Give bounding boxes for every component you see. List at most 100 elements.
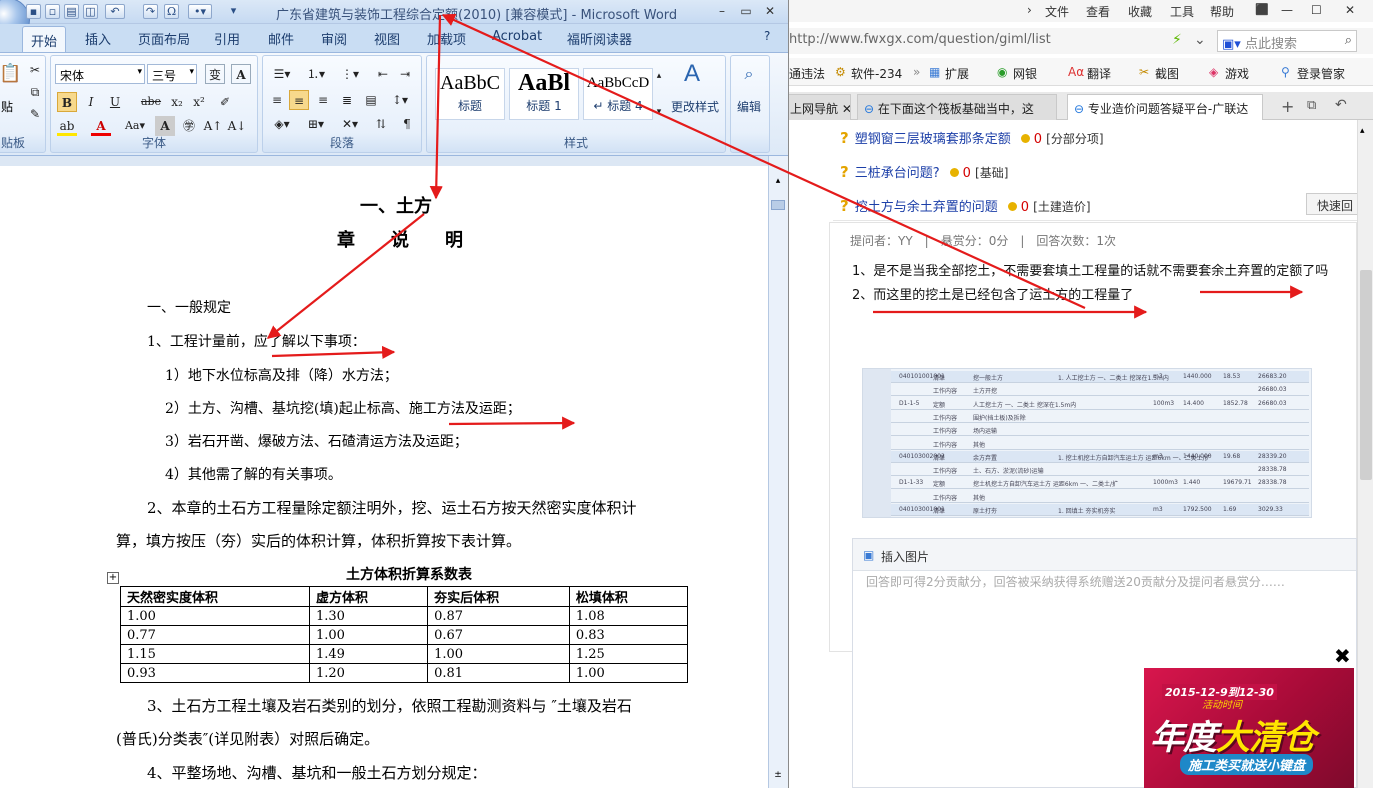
change-case-icon[interactable]: Aa▾ (121, 116, 149, 136)
styles-scroll-up-icon[interactable]: ▴ (653, 66, 665, 86)
align-right-icon[interactable]: ≡ (313, 90, 333, 110)
fav-item[interactable]: 游戏 (1225, 65, 1249, 82)
lightning-icon[interactable]: ⚡ (1172, 32, 1182, 48)
char-border-icon[interactable]: A (231, 64, 251, 84)
enclose-char-icon[interactable]: ㊫ (179, 116, 199, 136)
tab-acrobat[interactable]: Acrobat (492, 29, 542, 44)
menu-favorites[interactable]: 收藏 (1128, 3, 1152, 20)
attached-screenshot[interactable]: 040101001001 清单 挖一般土方 1. 人工挖土方 一、二类土 挖深在1.5… (862, 368, 1312, 518)
grow-font-icon[interactable]: A↑ (203, 116, 223, 136)
numbering-icon[interactable]: ⒈▾ (301, 64, 331, 84)
format-painter-icon[interactable]: ✎ (25, 104, 45, 124)
change-styles-icon[interactable]: A (677, 62, 707, 94)
style-title[interactable]: AaBbC 标题 (435, 68, 505, 120)
redo-icon[interactable]: ↷ (143, 4, 158, 19)
tab-raft[interactable]: ⊖ 在下面这个筏板基础当中，这 (857, 94, 1057, 120)
maximize-icon[interactable]: ☐ (1311, 3, 1322, 17)
font-name-combo[interactable]: 宋体 ▾ (55, 64, 145, 84)
italic-icon[interactable]: I (81, 92, 101, 112)
image-icon[interactable]: ▣ (863, 548, 874, 562)
fav-item[interactable]: 截图 (1155, 65, 1179, 82)
customize-qat-icon[interactable]: ▾ (226, 4, 241, 19)
tab-review[interactable]: 审阅 (321, 29, 347, 48)
shrink-font-icon[interactable]: A↓ (227, 116, 247, 136)
scroll-thumb[interactable] (1360, 270, 1372, 480)
decrease-indent-icon[interactable]: ⇤ (373, 64, 393, 84)
strikethrough-icon[interactable]: abe (139, 92, 163, 112)
tab-foxit[interactable]: 福昕阅读器 (567, 29, 632, 48)
tab-page-layout[interactable]: 页面布局 (138, 29, 190, 48)
minimize-icon[interactable]: – (712, 3, 732, 19)
search-icon[interactable]: ⌕ (1345, 33, 1352, 48)
tab-insert[interactable]: 插入 (85, 29, 111, 48)
search-input[interactable]: ▣▾ 点此搜索 ⌕ (1217, 30, 1357, 52)
underline-icon[interactable]: U (105, 92, 125, 112)
print-preview-icon[interactable]: ◫ (83, 4, 98, 19)
word-vertical-scrollbar[interactable]: ▴ ± (768, 156, 788, 788)
tab-mailings[interactable]: 邮件 (268, 29, 294, 48)
pin-icon[interactable]: ⬛ (1255, 3, 1269, 16)
undo-icon[interactable]: ↶ (105, 4, 125, 19)
insert-image-button[interactable]: 插入图片 (881, 548, 929, 565)
prev-page-icon[interactable]: ± (772, 770, 784, 782)
tab-addins[interactable]: 加载项 (427, 29, 466, 48)
tab-references[interactable]: 引用 (214, 29, 240, 48)
save-icon[interactable]: ▪ (26, 4, 41, 19)
table-move-handle-icon[interactable]: + (107, 572, 119, 584)
clear-format-icon[interactable]: ✐ (215, 92, 235, 112)
increase-indent-icon[interactable]: ⇥ (395, 64, 415, 84)
tab-home[interactable]: 开始 (22, 26, 67, 52)
shading-icon[interactable]: ◈▾ (267, 114, 297, 134)
menu-view[interactable]: 查看 (1086, 3, 1110, 20)
search-engine-icon[interactable]: ▣▾ (1222, 37, 1241, 52)
answer-textarea[interactable]: 回答即可得2分贡献分，回答被采纳获得系统赠送20贡献分及提问者悬赏分…… (866, 573, 1285, 590)
tab-nav[interactable]: 上网导航 ✕ (789, 94, 851, 120)
copy-icon[interactable]: ⧉ (25, 82, 45, 102)
close-icon[interactable]: ✕ (760, 3, 780, 19)
change-styles-label[interactable]: 更改样式 (671, 98, 719, 115)
distributed-icon[interactable]: ▤ (361, 90, 381, 110)
open-icon[interactable]: ▫ (45, 4, 60, 19)
line-spacing-icon[interactable]: ↕▾ (385, 90, 415, 110)
undo-close-icon[interactable]: ↶ (1335, 97, 1347, 113)
more-icon[interactable]: » (913, 65, 920, 79)
font-color-icon[interactable]: A (91, 116, 111, 136)
bold-icon[interactable]: B (57, 92, 77, 112)
scroll-thumb[interactable] (771, 200, 785, 210)
url-input[interactable]: http://www.fwxgx.com/question/giml/list (789, 30, 1164, 52)
show-marks-icon[interactable]: ¶ (397, 114, 417, 134)
close-icon[interactable]: ✕ (1345, 3, 1355, 17)
scroll-up-icon[interactable]: ▴ (1360, 126, 1365, 136)
borders-icon[interactable]: ⊞▾ (301, 114, 331, 134)
help-icon[interactable]: ? (764, 29, 770, 43)
question-link[interactable]: 塑钢窗三层玻璃套那条定额 (855, 132, 1011, 147)
close-tab-icon[interactable]: ✕ (842, 102, 850, 116)
tab-active[interactable]: ⊖ 专业造价问题答疑平台-广联达 (1067, 94, 1263, 120)
sort-icon[interactable]: ⇅ (371, 114, 391, 134)
new-tab-icon[interactable]: + (1281, 97, 1294, 116)
multilevel-list-icon[interactable]: ⋮▾ (335, 64, 365, 84)
cut-icon[interactable]: ✂ (25, 60, 45, 80)
highlight-icon[interactable]: ab (57, 116, 77, 136)
symbol-icon[interactable]: Ω (164, 4, 179, 19)
fav-item[interactable]: 通违法 (789, 65, 825, 82)
minimize-icon[interactable]: — (1281, 3, 1293, 17)
subscript-icon[interactable]: x₂ (167, 92, 187, 112)
fav-item[interactable]: 登录管家 (1297, 65, 1345, 82)
justify-icon[interactable]: ≣ (337, 90, 357, 110)
menu-help[interactable]: 帮助 (1210, 3, 1234, 20)
paste-icon[interactable]: 📋 (0, 64, 21, 84)
promo-ad[interactable]: 活动时间 2015-12-9到12-30 年度大清仓 施工类买就送小键盘 (1144, 668, 1354, 788)
align-center-icon[interactable]: ≡ (289, 90, 309, 110)
menu-tools[interactable]: 工具 (1170, 3, 1194, 20)
question-link[interactable]: 挖土方与余土弃置的问题 (855, 200, 998, 215)
fav-item[interactable]: 翻译 (1087, 65, 1111, 82)
scroll-up-icon[interactable]: ▴ (772, 176, 784, 188)
char-shading-icon[interactable]: A (155, 116, 175, 136)
chinese-layout-icon[interactable]: ✕▾ (335, 114, 365, 134)
bullet-icon[interactable]: •▾ (188, 4, 212, 19)
editing-label[interactable]: 编辑 (737, 98, 761, 115)
chevron-right-icon[interactable]: › (1027, 3, 1032, 17)
style-heading-4[interactable]: AaBbCcD ↵ 标题 4 (583, 68, 653, 120)
bullets-icon[interactable]: ☰▾ (267, 64, 297, 84)
